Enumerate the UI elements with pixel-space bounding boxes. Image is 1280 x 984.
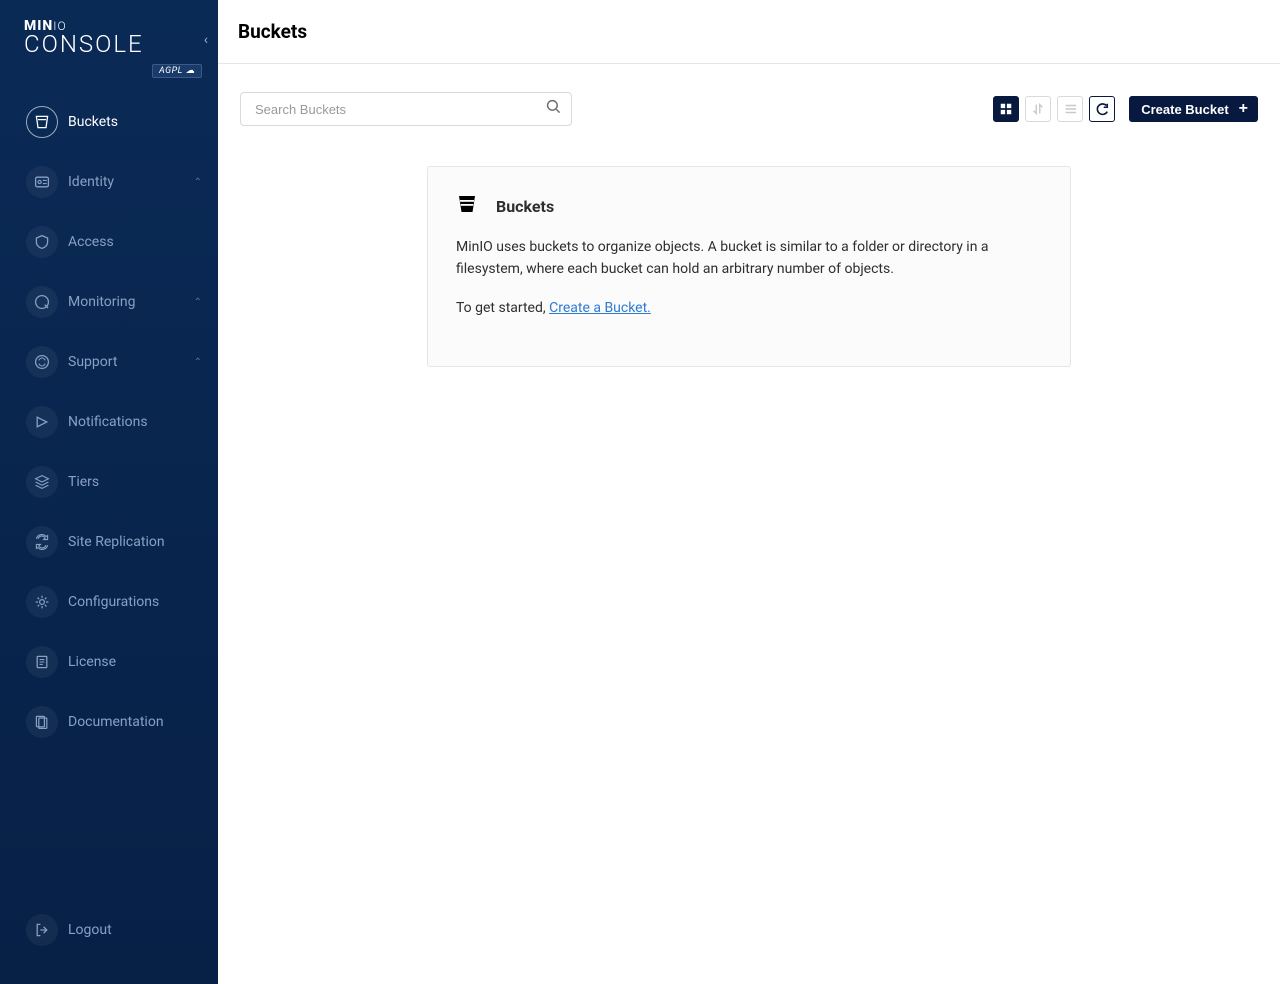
configurations-icon: [26, 586, 58, 618]
access-icon: [26, 226, 58, 258]
search-wrap: [240, 92, 572, 126]
create-bucket-label: Create Bucket: [1141, 102, 1228, 117]
sidebar-item-support[interactable]: Support⌃: [0, 332, 218, 392]
sidebar-item-site-replication[interactable]: Site Replication: [0, 512, 218, 572]
replication-icon: [26, 526, 58, 558]
sidebar-item-identity[interactable]: Identity⌃: [0, 152, 218, 212]
license-icon: [26, 646, 58, 678]
logo-product: CONSOLE: [24, 32, 202, 56]
sidebar-item-label: Documentation: [68, 714, 202, 730]
view-list-button[interactable]: [1057, 96, 1083, 122]
toolbar: Create Bucket +: [218, 64, 1280, 126]
create-bucket-button[interactable]: Create Bucket +: [1129, 96, 1258, 122]
page-header: Buckets: [218, 0, 1280, 64]
sidebar-item-label: Identity: [68, 174, 194, 190]
content-area: Buckets MinIO uses buckets to organize o…: [218, 126, 1280, 407]
sidebar-item-label: Access: [68, 234, 202, 250]
tiers-icon: [26, 466, 58, 498]
sidebar-collapse-button[interactable]: ‹: [200, 30, 212, 50]
sidebar: MINIO CONSOLE AGPL ☁ ‹ BucketsIdentity⌃A…: [0, 0, 218, 984]
view-grid-button[interactable]: [993, 96, 1019, 122]
info-card-title: Buckets: [496, 197, 554, 216]
bucket-icon: [26, 106, 58, 138]
sidebar-item-label: Monitoring: [68, 294, 194, 310]
create-bucket-link[interactable]: Create a Bucket.: [549, 300, 651, 316]
sidebar-item-label: Buckets: [68, 114, 202, 130]
sidebar-nav: BucketsIdentity⌃AccessMonitoring⌃Support…: [0, 88, 218, 892]
logo-license-badge: AGPL ☁: [152, 64, 202, 78]
sidebar-item-buckets[interactable]: Buckets: [0, 92, 218, 152]
documentation-icon: [26, 706, 58, 738]
sidebar-item-label: Configurations: [68, 594, 202, 610]
info-card-description: MinIO uses buckets to organize objects. …: [456, 237, 1042, 280]
support-icon: [26, 346, 58, 378]
logout-icon: [26, 914, 58, 946]
sidebar-item-tiers[interactable]: Tiers: [0, 452, 218, 512]
logo: MINIO CONSOLE AGPL ☁ ‹: [0, 0, 218, 88]
chevron-up-icon: ⌃: [194, 177, 202, 188]
refresh-button[interactable]: [1089, 96, 1115, 122]
notifications-icon: [26, 406, 58, 438]
sidebar-item-monitoring[interactable]: Monitoring⌃: [0, 272, 218, 332]
sidebar-footer-label: Logout: [68, 922, 202, 938]
sidebar-item-license[interactable]: License: [0, 632, 218, 692]
monitoring-icon: [26, 286, 58, 318]
sidebar-item-logout[interactable]: Logout: [0, 900, 218, 960]
sidebar-item-access[interactable]: Access: [0, 212, 218, 272]
sidebar-item-label: Notifications: [68, 414, 202, 430]
bucket-icon: [456, 193, 496, 219]
chevron-up-icon: ⌃: [194, 297, 202, 308]
empty-state-card: Buckets MinIO uses buckets to organize o…: [427, 166, 1071, 367]
search-input[interactable]: [240, 92, 572, 126]
chevron-up-icon: ⌃: [194, 357, 202, 368]
identity-icon: [26, 166, 58, 198]
sidebar-item-label: Site Replication: [68, 534, 202, 550]
sort-button[interactable]: [1025, 96, 1051, 122]
page-scroll[interactable]: Create Bucket + Buckets MinIO uses bucke…: [218, 64, 1280, 984]
info-card-cta: To get started, Create a Bucket.: [456, 298, 1042, 320]
sidebar-item-label: Tiers: [68, 474, 202, 490]
sidebar-item-configurations[interactable]: Configurations: [0, 572, 218, 632]
sidebar-item-label: License: [68, 654, 202, 670]
plus-icon: +: [1239, 101, 1248, 117]
sidebar-item-label: Support: [68, 354, 194, 370]
sidebar-item-notifications[interactable]: Notifications: [0, 392, 218, 452]
sidebar-item-documentation[interactable]: Documentation: [0, 692, 218, 752]
page-title: Buckets: [238, 20, 1260, 43]
main: Buckets Create Buc: [218, 0, 1280, 984]
